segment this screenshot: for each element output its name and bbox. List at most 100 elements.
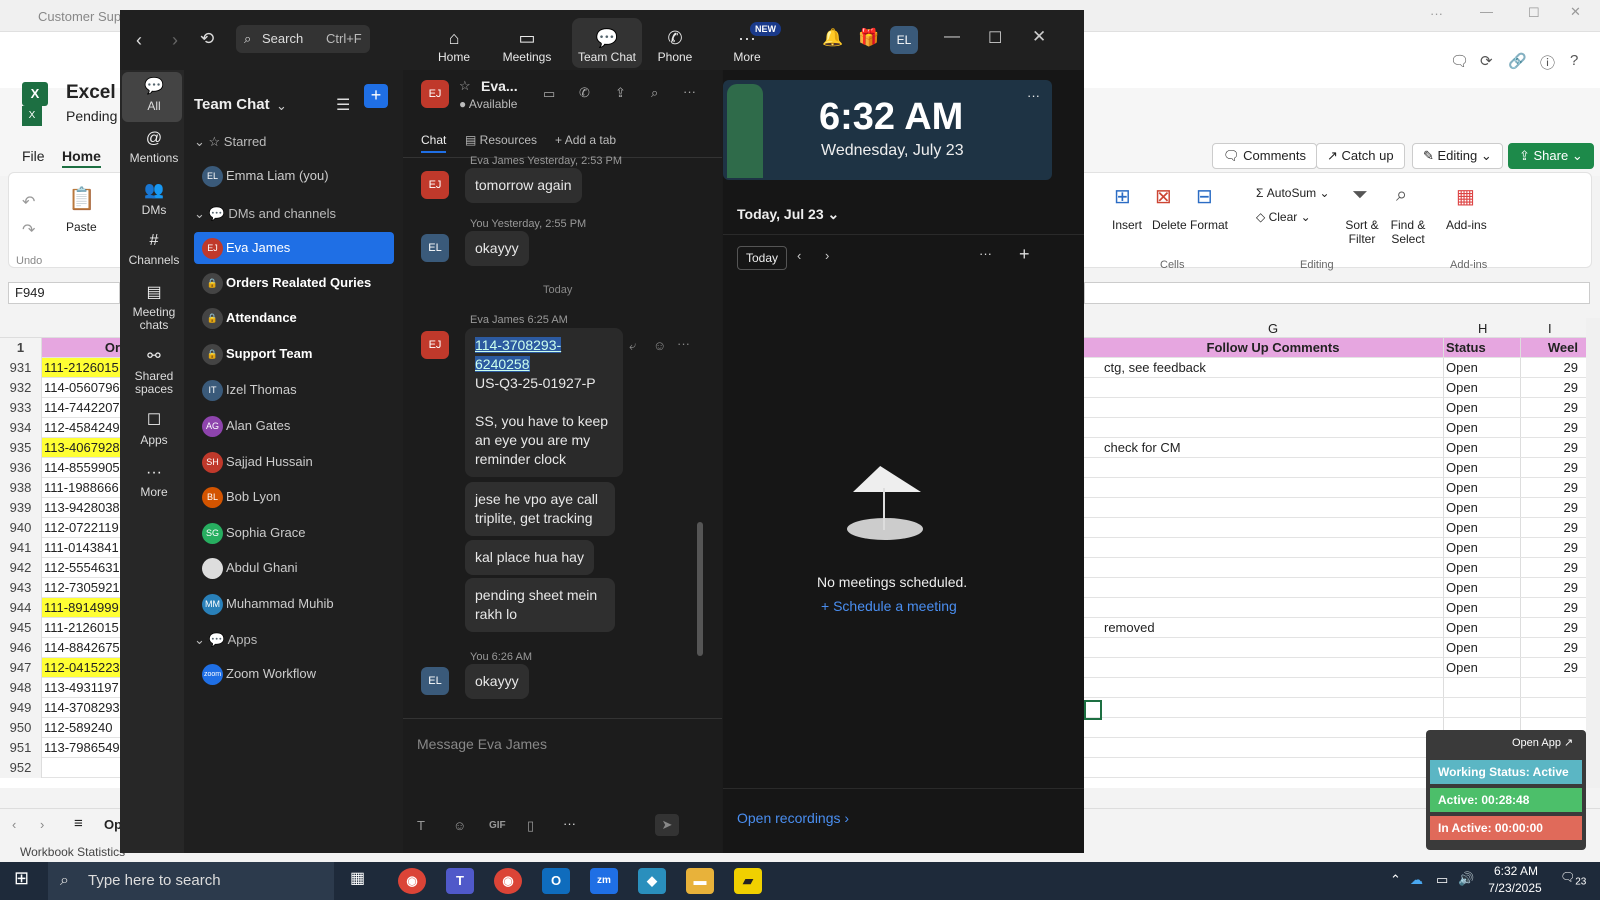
order-cell[interactable]: 114-0560796 (42, 378, 120, 397)
delete-label[interactable]: Delete (1152, 218, 1187, 232)
bell-icon[interactable]: 🔔 (822, 28, 843, 48)
week-cell[interactable]: 29 (1520, 518, 1582, 537)
row-number[interactable]: 947 (0, 658, 42, 678)
format-label[interactable]: Format (1190, 218, 1228, 232)
status-cell[interactable]: Open (1443, 498, 1519, 517)
row-number[interactable]: 934 (0, 418, 42, 438)
excel-maximize-icon[interactable]: ☐ (1528, 5, 1540, 21)
paste-label[interactable]: Paste (66, 220, 97, 234)
next-day-icon[interactable]: › (825, 248, 829, 263)
status-cell[interactable]: Open (1443, 378, 1519, 397)
excel-minimize-icon[interactable]: — (1480, 4, 1493, 19)
add-event-icon[interactable]: + (1019, 244, 1030, 265)
message-bubble[interactable]: okayyy (465, 231, 529, 266)
formula-bar[interactable] (1084, 282, 1590, 304)
contact-avatar[interactable]: EJ (421, 80, 449, 108)
vertical-scrollbar[interactable] (1586, 318, 1600, 788)
calendar-more-icon[interactable]: ··· (979, 246, 992, 261)
today-button[interactable]: Today (737, 246, 788, 270)
list-item-selected[interactable]: EJ Eva James (194, 232, 394, 264)
comment-cell[interactable] (1102, 538, 1442, 557)
file-explorer-icon[interactable]: ▬ (686, 868, 714, 894)
addins-icon[interactable]: ▦ (1456, 184, 1475, 209)
call-icon[interactable]: ✆ (579, 85, 590, 101)
row-number[interactable]: 952 (0, 758, 42, 778)
week-cell[interactable]: 29 (1520, 378, 1582, 397)
message-bubble[interactable]: jese he vpo aye call triplite, get track… (465, 482, 615, 536)
message-bubble[interactable]: okayyy (465, 664, 529, 699)
info-icon[interactable]: ⓘ (1540, 52, 1555, 73)
order-cell[interactable] (42, 758, 120, 777)
rail-channels[interactable]: # Channels (124, 233, 184, 267)
row-number[interactable]: 949 (0, 698, 42, 718)
list-item[interactable]: IT Izel Thomas (194, 374, 394, 406)
chat-more-icon[interactable]: ··· (683, 84, 696, 99)
find-icon[interactable]: ⌕ (1396, 184, 1407, 207)
task-view-icon[interactable]: ▦ (350, 868, 365, 888)
comment-cell[interactable] (1102, 638, 1442, 657)
comment-cell[interactable] (1102, 578, 1442, 597)
week-cell[interactable]: 29 (1520, 458, 1582, 477)
clock-time-tray[interactable]: 6:32 AM (1486, 864, 1546, 878)
message-bubble[interactable]: pending sheet mein rakh lo (465, 578, 615, 632)
row-number[interactable]: 944 (0, 598, 42, 618)
next-sheet-icon[interactable]: › (40, 817, 44, 832)
order-cell[interactable]: 111-1988666 (42, 478, 120, 497)
nav-home[interactable]: ⌂ Home (423, 28, 485, 64)
tab-chat[interactable]: Chat (421, 133, 447, 153)
rail-all[interactable]: 💬 All (124, 79, 184, 113)
order-cell[interactable]: 112-0722119 (42, 518, 120, 537)
starred-section[interactable]: ⌄ ☆ Starred (194, 134, 266, 150)
comment-cell[interactable] (1102, 678, 1442, 697)
comment-cell[interactable] (1102, 718, 1442, 737)
row-number[interactable]: 935 (0, 438, 42, 458)
autosum-button[interactable]: Σ AutoSum ⌄ (1256, 186, 1330, 200)
list-item[interactable]: BL Bob Lyon (194, 481, 394, 513)
row-number[interactable]: 940 (0, 518, 42, 538)
comment-cell[interactable] (1102, 398, 1442, 417)
order-cell[interactable]: 111-8914999 (42, 598, 120, 617)
order-cell[interactable]: 114-3708293 (42, 698, 120, 717)
message-more-icon[interactable]: ··· (677, 336, 690, 351)
taskbar-search[interactable]: ⌕ Type here to search (48, 862, 334, 900)
order-cell[interactable]: 112-7305921 (42, 578, 120, 597)
sort-filter-label[interactable]: Sort & Filter (1344, 218, 1380, 246)
nav-team-chat[interactable]: 💬 Team Chat (572, 18, 642, 68)
onedrive-icon[interactable]: ☁ (1410, 872, 1423, 888)
col-h-header[interactable]: H (1478, 321, 1487, 336)
catchup-button[interactable]: ↗ Catch up (1316, 143, 1405, 169)
list-item[interactable]: SH Sajjad Hussain (194, 446, 394, 478)
list-item[interactable]: Abdul Ghani (194, 552, 394, 584)
title-chevron-icon[interactable]: ⌄ (276, 98, 287, 114)
comments-button[interactable]: 🗨 Comments (1212, 143, 1317, 169)
outlook-icon[interactable]: O (542, 868, 570, 894)
status-cell[interactable]: Open (1443, 638, 1519, 657)
rail-apps[interactable]: ☐ Apps (124, 413, 184, 447)
week-cell[interactable] (1520, 698, 1582, 717)
row-number[interactable]: 933 (0, 398, 42, 418)
status-cell[interactable]: Open (1443, 518, 1519, 537)
order-cell[interactable]: 111-2126015 (42, 618, 120, 637)
order-cell[interactable]: 114-8842675 (42, 638, 120, 657)
star-icon[interactable]: ☆ (459, 78, 471, 94)
schedule-meeting-link[interactable]: + Schedule a meeting (821, 598, 957, 614)
comment-cell[interactable] (1102, 658, 1442, 677)
list-item[interactable]: MM Muhammad Muhib (194, 588, 394, 620)
order-cell[interactable]: 112-0415223 (42, 658, 120, 677)
order-cell[interactable]: 112-4584249 (42, 418, 120, 437)
row-number[interactable]: 936 (0, 458, 42, 478)
user-avatar[interactable]: EL (890, 26, 918, 54)
sticky-notes-icon[interactable]: ▰ (734, 868, 762, 894)
week-cell[interactable]: 29 (1520, 658, 1582, 677)
week-cell[interactable] (1520, 678, 1582, 697)
order-link[interactable]: 114-3708293-6240258 (475, 337, 562, 372)
teams-icon[interactable]: T (446, 868, 474, 894)
delete-icon[interactable]: ⊠ (1155, 184, 1172, 209)
prev-sheet-icon[interactable]: ‹ (12, 817, 16, 832)
zoom-taskbar-icon[interactable]: zm (590, 868, 618, 894)
order-cell[interactable]: 113-4931197 (42, 678, 120, 697)
excel-more-icon[interactable]: ··· (1430, 6, 1443, 21)
week-cell[interactable]: 29 (1520, 358, 1582, 377)
tab-home[interactable]: Home (62, 148, 101, 168)
clock-more-icon[interactable]: ··· (1027, 88, 1040, 103)
